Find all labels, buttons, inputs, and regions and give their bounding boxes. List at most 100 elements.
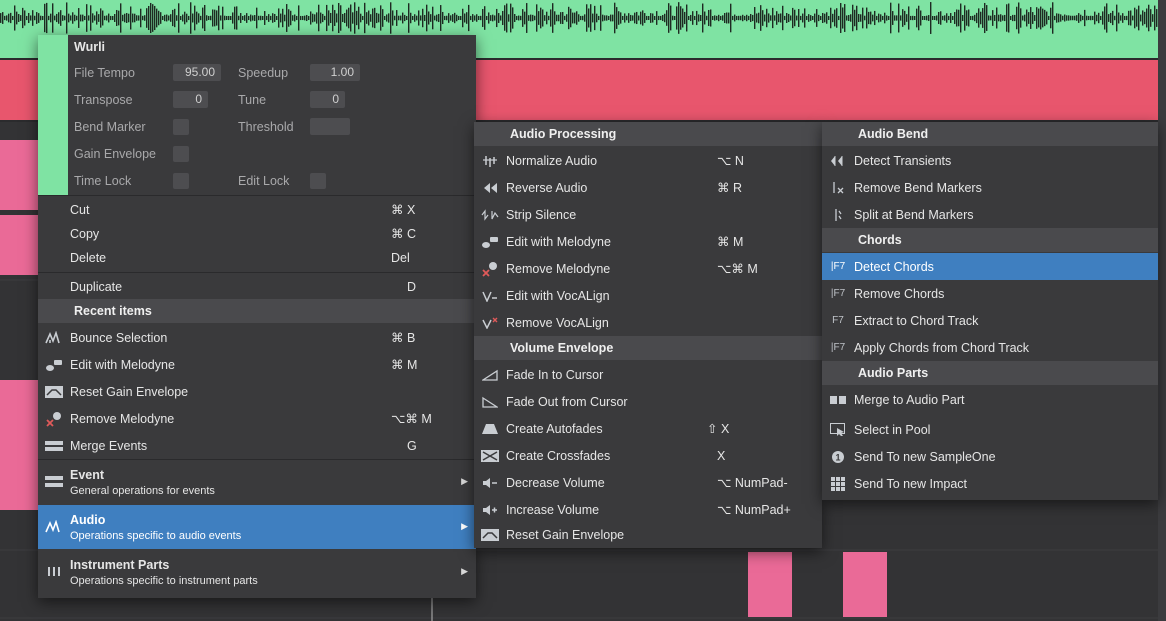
file-tempo-label: File Tempo	[74, 66, 135, 80]
menu-item-reverse-audio[interactable]: Reverse Audio ⌘ R	[474, 174, 822, 201]
menu-item-label: Reverse Audio	[506, 180, 588, 195]
shortcut: D	[407, 279, 417, 294]
normalize-icon	[474, 154, 506, 168]
transpose-field[interactable]: 0	[173, 91, 208, 108]
audio-parts-header: Audio Parts	[822, 361, 1158, 385]
gain-envelope-label: Gain Envelope	[74, 147, 157, 161]
speedup-field[interactable]: 1.00	[310, 64, 360, 81]
gain-envelope-checkbox[interactable]	[173, 146, 189, 162]
menu-item-edit-melodyne-audio[interactable]: Edit with Melodyne ⌘ M	[474, 228, 822, 255]
edit-lock-label: Edit Lock	[238, 174, 290, 188]
speedup-label: Speedup	[238, 66, 289, 80]
chevron-right-icon: ▶	[461, 521, 468, 531]
menu-item-decrease-volume[interactable]: Decrease Volume ⌥ NumPad-	[474, 469, 822, 496]
event-icon	[38, 460, 70, 504]
menu-item-delete[interactable]: Delete Del	[38, 244, 476, 271]
menu-item-duplicate[interactable]: Duplicate D	[38, 273, 476, 300]
menu-item-remove-vocalign[interactable]: Remove VocALign	[474, 309, 822, 336]
tune-field[interactable]: 0	[310, 91, 345, 108]
file-tempo-field[interactable]: 95.00	[173, 64, 221, 81]
audio-submenu: Audio Processing Normalize Audio ⌥ N Rev…	[474, 122, 822, 548]
autofade-icon	[474, 423, 506, 435]
audio-icon	[38, 505, 70, 549]
menu-item-extract-chord-track[interactable]: F7 Extract to Chord Track	[822, 307, 1158, 334]
menu-item-cut[interactable]: Cut ⌘ X	[38, 196, 476, 223]
menu-item-label: Edit with VocALign	[506, 288, 610, 303]
shortcut: ⌥ NumPad-	[717, 476, 788, 490]
menu-item-strip-silence[interactable]: Strip Silence	[474, 201, 822, 228]
increase-volume-icon	[474, 504, 506, 516]
menu-item-normalize-audio[interactable]: Normalize Audio ⌥ N	[474, 147, 822, 174]
transpose-label: Transpose	[74, 93, 133, 107]
vocalign-icon	[474, 290, 506, 302]
event-color-swatch[interactable]	[38, 35, 68, 195]
time-lock-label: Time Lock	[74, 174, 132, 188]
menu-item-copy[interactable]: Copy ⌘ C	[38, 220, 476, 247]
menu-item-label: Edit with Melodyne	[506, 234, 611, 249]
time-lock-checkbox[interactable]	[173, 173, 189, 189]
apply-chords-icon: |F7	[830, 342, 846, 353]
shortcut: ⌘ M	[391, 358, 418, 372]
menu-item-label: Send To new Impact	[854, 476, 968, 491]
menu-item-merge-audio-part[interactable]: Merge to Audio Part	[822, 386, 1158, 413]
bend-marker-checkbox[interactable]	[173, 119, 189, 135]
menu-item-split-bend-markers[interactable]: Split at Bend Markers	[822, 201, 1158, 228]
menu-item-label: Fade Out from Cursor	[506, 394, 628, 409]
shortcut: ⌘ B	[391, 331, 416, 345]
select-pool-icon	[822, 422, 854, 437]
menu-item-fade-out[interactable]: Fade Out from Cursor	[474, 388, 822, 415]
menu-item-remove-melodyne-audio[interactable]: Remove Melodyne ⌥⌘ M	[474, 255, 822, 282]
submenu-instrument-parts[interactable]: Instrument Parts Operations specific to i…	[38, 550, 476, 594]
melodyne-icon	[38, 358, 70, 372]
chevron-right-icon: ▶	[461, 566, 468, 576]
menu-item-reset-gain-envelope-audio[interactable]: Reset Gain Envelope	[474, 521, 822, 548]
menu-item-remove-melodyne[interactable]: Remove Melodyne ⌥⌘ M	[38, 405, 476, 432]
menu-item-merge-events[interactable]: Merge Events G	[38, 432, 476, 459]
shortcut: ⇧ X	[707, 422, 730, 436]
menu-item-remove-bend-markers[interactable]: Remove Bend Markers	[822, 174, 1158, 201]
bend-marker-label: Bend Marker	[74, 120, 146, 134]
menu-item-detect-transients[interactable]: Detect Transients	[822, 147, 1158, 174]
menu-item-label: Remove Bend Markers	[854, 180, 982, 195]
menu-item-send-impact[interactable]: Send To new Impact	[822, 470, 1158, 497]
shortcut: ⌥ N	[717, 154, 744, 168]
detect-chords-icon: |F7	[830, 261, 846, 272]
menu-item-reset-gain-envelope[interactable]: Reset Gain Envelope	[38, 378, 476, 405]
menu-item-edit-vocalign[interactable]: Edit with VocALign	[474, 282, 822, 309]
chords-header: Chords	[822, 228, 1158, 252]
menu-item-remove-chords[interactable]: |F7 Remove Chords	[822, 280, 1158, 307]
shortcut: ⌥⌘ M	[717, 262, 758, 276]
remove-melodyne-icon	[474, 261, 506, 277]
gain-envelope-icon	[474, 528, 506, 541]
merge-icon	[38, 440, 70, 451]
menu-item-increase-volume[interactable]: Increase Volume ⌥ NumPad+	[474, 496, 822, 523]
tune-label: Tune	[238, 93, 267, 107]
menu-item-label: Remove Chords	[854, 286, 945, 301]
menu-item-label: Apply Chords from Chord Track	[854, 340, 1030, 355]
shortcut: X	[717, 448, 726, 463]
menu-item-detect-chords[interactable]: |F7 Detect Chords	[822, 253, 1158, 280]
impact-icon	[822, 476, 854, 491]
shortcut: ⌘ M	[717, 235, 744, 249]
menu-item-label: Strip Silence	[506, 207, 577, 222]
submenu-event[interactable]: Event General operations for events ▶	[38, 460, 476, 504]
shortcut: ⌘ X	[391, 203, 416, 217]
menu-item-label: Normalize Audio	[506, 153, 598, 168]
menu-item-fade-in[interactable]: Fade In to Cursor	[474, 361, 822, 388]
menu-item-apply-chords[interactable]: |F7 Apply Chords from Chord Track	[822, 334, 1158, 361]
menu-item-bounce-selection[interactable]: Bounce Selection ⌘ B	[38, 324, 476, 351]
menu-item-send-sampleone[interactable]: 1 Send To new SampleOne	[822, 443, 1158, 470]
menu-item-label: Detect Transients	[854, 153, 952, 168]
menu-item-label: Select in Pool	[854, 422, 931, 437]
submenu-audio[interactable]: Audio Operations specific to audio events…	[38, 505, 476, 549]
menu-item-edit-melodyne[interactable]: Edit with Melodyne ⌘ M	[38, 351, 476, 378]
menu-item-label: Reset Gain Envelope	[506, 527, 625, 542]
menu-item-create-autofades[interactable]: Create Autofades ⇧ X	[474, 415, 822, 442]
edit-lock-checkbox[interactable]	[310, 173, 326, 189]
merge-part-icon	[822, 395, 854, 404]
menu-item-select-in-pool[interactable]: Select in Pool	[822, 416, 1158, 443]
threshold-field[interactable]	[310, 118, 350, 135]
strip-silence-icon	[474, 208, 506, 221]
shortcut: ⌥ NumPad+	[717, 503, 791, 517]
menu-item-create-crossfades[interactable]: Create Crossfades X	[474, 442, 822, 469]
